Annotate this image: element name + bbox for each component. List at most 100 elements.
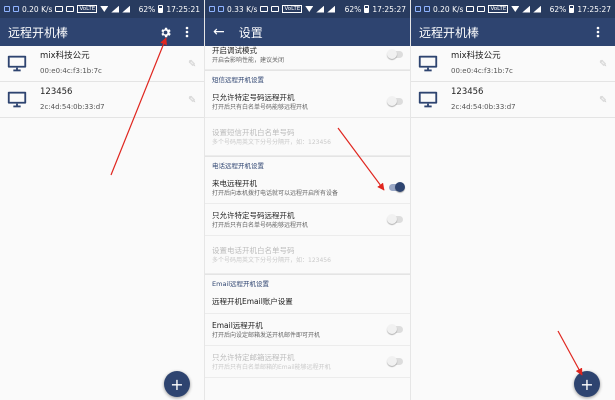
app-bar: 远程开机棒: [411, 18, 615, 46]
status-bar: 0.20 K/s VoLTE 62% 17:25:27: [411, 0, 615, 18]
computer-icon: [7, 91, 27, 107]
device-list-screen: 0.20 K/s VoLTE 62% 17:25:21 远程开机棒 mix科技公…: [0, 0, 204, 400]
add-device-button[interactable]: +: [164, 371, 190, 397]
signal-icon: [111, 5, 120, 13]
pref-summary: 打开后向设定邮箱发送开机邮件即可开机: [212, 331, 321, 339]
status-bar: 0.33 K/s VoLTE 62% 17:25:27: [205, 0, 410, 18]
battery-icon: [158, 5, 164, 13]
notification-icon: [218, 6, 224, 12]
vibrate-icon: [260, 6, 269, 12]
device-name: mix科技公元: [451, 51, 501, 61]
device-name: mix科技公元: [40, 51, 90, 61]
volte-badge: VoLTE: [282, 5, 303, 13]
app-title: 远程开机棒: [8, 25, 69, 40]
device-mac: 00:e0:4c:f3:1b:7c: [40, 67, 102, 75]
vibrate-icon: [466, 6, 475, 12]
pref-summary: 多个号码用英文下分号分隔开，如：123456: [212, 138, 331, 146]
app-title: 远程开机棒: [419, 25, 480, 40]
sms-whitelist-only-pref[interactable]: 只允许特定号码远程开机 打开后只有白名单号码能够远程开机: [205, 86, 410, 118]
more-vert-icon[interactable]: [178, 23, 196, 41]
wifi-icon: [100, 6, 109, 12]
app-bar: 远程开机棒: [0, 18, 204, 46]
device-name: 123456: [40, 87, 73, 97]
computer-icon: [7, 55, 27, 71]
clock: 17:25:27: [577, 4, 611, 14]
volte-badge: VoLTE: [488, 5, 509, 13]
notification-icon: [209, 6, 215, 12]
pref-title: 来电远程开机: [212, 178, 257, 188]
sms-section-header: 短信远程开机设置: [205, 70, 410, 86]
edit-icon[interactable]: ✎: [599, 95, 609, 106]
call-wake-switch[interactable]: [389, 182, 405, 192]
pref-summary: 打开后只有白名单号码能够远程开机: [212, 221, 309, 229]
pref-title: 只允许特定邮箱远程开机: [212, 352, 295, 362]
clock: 17:25:27: [372, 4, 406, 14]
signal-icon: [533, 5, 542, 13]
email-wake-pref[interactable]: Email远程开机 打开后向设定邮箱发送开机邮件即可开机: [205, 314, 410, 346]
computer-icon: [418, 91, 438, 107]
sms-whitelist-pref: 设置短信开机白名单号码 多个号码用英文下分号分隔开，如：123456: [205, 118, 410, 156]
back-arrow-icon[interactable]: ←: [213, 24, 225, 40]
battery-percent: 62%: [344, 4, 362, 14]
status-bar: 0.20 K/s VoLTE 62% 17:25:21: [0, 0, 204, 18]
settings-list: 开启调试模式 开启会影响性能，建议关闭 短信远程开机设置 只允许特定号码远程开机…: [205, 40, 410, 378]
pref-summary: 打开后只有白名单邮箱的Email能够远程开机: [212, 363, 331, 371]
signal-icon: [316, 5, 325, 13]
device-row[interactable]: 123456 2c:4d:54:0b:33:d7 ✎: [0, 82, 204, 118]
pref-summary: 打开后向本机拨打电话就可以远程开启所有设备: [212, 189, 339, 197]
call-whitelist-only-pref[interactable]: 只允许特定号码远程开机 打开后只有白名单号码能够远程开机: [205, 204, 410, 236]
device-mac: 00:e0:4c:f3:1b:7c: [451, 67, 513, 75]
battery-icon: [569, 5, 575, 13]
pref-summary: 开启会影响性能，建议关闭: [212, 56, 285, 64]
call-whitelist-only-switch[interactable]: [387, 214, 403, 224]
gear-icon[interactable]: [156, 23, 174, 41]
device-list-screen: 0.20 K/s VoLTE 62% 17:25:27 远程开机棒 mix科技公…: [411, 0, 615, 400]
email-wake-switch[interactable]: [387, 324, 403, 334]
call-whitelist-pref: 设置电话开机白名单号码 多个号码用英文下分号分隔开，如：123456: [205, 236, 410, 274]
pref-title: 远程开机Email账户设置: [212, 297, 293, 306]
pref-title: 只允许特定号码远程开机: [212, 210, 295, 220]
device-row[interactable]: mix科技公元 00:e0:4c:f3:1b:7c ✎: [0, 46, 204, 82]
notification-icon: [4, 6, 10, 12]
battery-percent: 62%: [549, 4, 567, 14]
vibrate-icon: [55, 6, 64, 12]
device-row[interactable]: 123456 2c:4d:54:0b:33:d7 ✎: [411, 82, 615, 118]
call-section-header: 电话远程开机设置: [205, 156, 410, 172]
wifi-icon: [305, 6, 314, 12]
pref-summary: 多个号码用英文下分号分隔开，如：123456: [212, 256, 331, 264]
call-wake-pref[interactable]: 来电远程开机 打开后向本机拨打电话就可以远程开启所有设备: [205, 172, 410, 204]
volte-badge: VoLTE: [77, 5, 98, 13]
battery-icon: [364, 5, 370, 13]
notification-icon: [415, 6, 421, 12]
alarm-icon: [271, 6, 280, 12]
more-vert-icon[interactable]: [589, 23, 607, 41]
pref-title: 开启调试模式: [212, 45, 257, 55]
debug-mode-switch[interactable]: [387, 49, 403, 59]
debug-mode-pref[interactable]: 开启调试模式 开启会影响性能，建议关闭: [205, 40, 410, 70]
device-row[interactable]: mix科技公元 00:e0:4c:f3:1b:7c ✎: [411, 46, 615, 82]
email-account-pref[interactable]: 远程开机Email账户设置: [205, 290, 410, 314]
pref-title: 设置短信开机白名单号码: [212, 127, 295, 137]
add-device-button[interactable]: +: [574, 371, 600, 397]
settings-screen: 0.33 K/s VoLTE 62% 17:25:27 ← 设置 开启调试模式 …: [205, 0, 410, 400]
notification-icon: [13, 6, 19, 12]
pref-title: Email远程开机: [212, 320, 263, 330]
battery-percent: 62%: [138, 4, 156, 14]
alarm-icon: [477, 6, 486, 12]
computer-icon: [418, 55, 438, 71]
sms-whitelist-only-switch[interactable]: [387, 96, 403, 106]
signal-icon: [327, 5, 336, 13]
net-speed: 0.20 K/s: [433, 4, 464, 14]
page-title: 设置: [238, 25, 263, 40]
edit-icon[interactable]: ✎: [599, 59, 609, 70]
pref-title: 设置电话开机白名单号码: [212, 245, 295, 255]
email-whitelist-only-pref: 只允许特定邮箱远程开机 打开后只有白名单邮箱的Email能够远程开机: [205, 346, 410, 378]
device-mac: 2c:4d:54:0b:33:d7: [451, 103, 516, 111]
pref-summary: 打开后只有白名单号码能够远程开机: [212, 103, 309, 111]
email-whitelist-only-switch: [387, 356, 403, 366]
email-section-header: Email远程开机设置: [205, 274, 410, 290]
edit-icon[interactable]: ✎: [188, 59, 198, 70]
device-mac: 2c:4d:54:0b:33:d7: [40, 103, 105, 111]
edit-icon[interactable]: ✎: [188, 95, 198, 106]
device-name: 123456: [451, 87, 484, 97]
